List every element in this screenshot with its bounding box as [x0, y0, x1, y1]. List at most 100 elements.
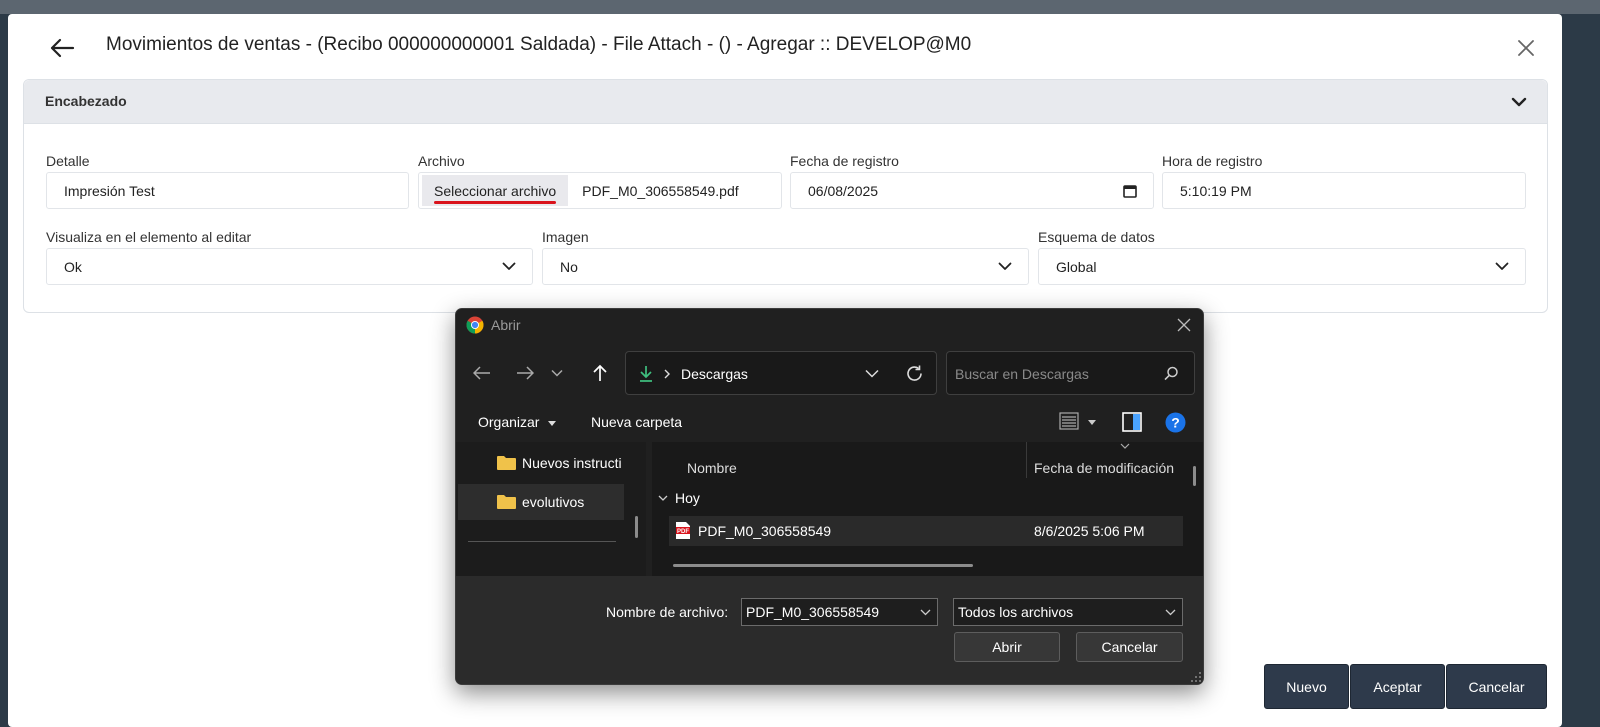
backdrop	[0, 0, 1600, 14]
caret-down-icon	[1088, 420, 1096, 425]
imagen-value: No	[560, 258, 578, 275]
aceptar-button[interactable]: Aceptar	[1350, 664, 1445, 709]
organize-label: Organizar	[478, 414, 540, 430]
dialog-open-button[interactable]: Abrir	[954, 632, 1060, 662]
new-folder-button[interactable]: Nueva carpeta	[591, 414, 682, 430]
preview-pane-icon	[1122, 412, 1142, 432]
cancelar-button[interactable]: Cancelar	[1446, 664, 1547, 709]
modal-header: Movimientos de ventas - (Recibo 00000000…	[8, 14, 1562, 78]
column-header-modified[interactable]: Fecha de modificación	[1034, 460, 1174, 476]
chevron-down-icon	[1511, 97, 1527, 107]
calendar-icon[interactable]	[1123, 184, 1137, 198]
esquema-select[interactable]: Global	[1038, 248, 1526, 285]
archivo-label: Archivo	[418, 153, 465, 169]
preview-pane-button[interactable]	[1122, 412, 1144, 434]
detalle-input[interactable]: Impresión Test	[46, 172, 409, 209]
recent-locations-button[interactable]	[546, 357, 568, 389]
nav-item-evolutivos[interactable]: evolutivos	[458, 484, 624, 520]
help-button[interactable]: ?	[1165, 412, 1187, 434]
filename-label: Nombre de archivo:	[606, 604, 729, 620]
header-section: Encabezado Detalle Impresión Test Archiv…	[23, 79, 1548, 313]
nav-up-button[interactable]	[584, 357, 616, 389]
file-row[interactable]: PDF PDF_M0_306558549 8/6/2025 5:06 PM	[669, 516, 1183, 546]
folder-icon	[497, 495, 516, 509]
refresh-icon[interactable]	[905, 364, 924, 383]
column-header-name[interactable]: Nombre	[687, 460, 737, 476]
back-arrow-icon	[50, 38, 75, 58]
fecha-label: Fecha de registro	[790, 153, 899, 169]
hora-value: 5:10:19 PM	[1180, 182, 1252, 199]
filename-combobox[interactable]: PDF_M0_306558549	[741, 598, 938, 626]
hora-time-input[interactable]: 5:10:19 PM	[1162, 172, 1526, 209]
arrow-left-icon	[473, 366, 490, 380]
arrow-up-icon	[593, 364, 607, 381]
modal-close-button[interactable]	[1510, 32, 1542, 64]
file-name: PDF_M0_306558549	[698, 523, 832, 539]
chevron-down-icon	[920, 609, 931, 615]
select-file-button[interactable]: Seleccionar archivo	[422, 175, 569, 206]
chevron-down-icon	[551, 369, 563, 377]
nav-forward-button[interactable]	[509, 357, 541, 389]
filename-value: PDF_M0_306558549	[746, 604, 880, 620]
group-label: Hoy	[675, 490, 700, 506]
chrome-icon	[466, 316, 484, 334]
file-list-vertical-scrollbar[interactable]	[1193, 466, 1196, 486]
esquema-value: Global	[1056, 258, 1097, 275]
sort-chevron-icon	[1120, 443, 1130, 449]
section-header[interactable]: Encabezado	[24, 80, 1547, 124]
nav-item-label: evolutivos	[522, 494, 585, 510]
nav-item-label: Nuevos instructi	[522, 455, 622, 471]
dialog-titlebar[interactable]: Abrir	[456, 309, 1203, 341]
group-header-today[interactable]: Hoy	[658, 490, 700, 506]
search-box	[946, 351, 1195, 395]
breadcrumb-chevron-icon	[664, 369, 670, 379]
download-icon	[640, 366, 652, 382]
pdf-icon: PDF	[676, 522, 690, 539]
chevron-down-icon	[658, 495, 668, 501]
fecha-value: 06/08/2025	[808, 182, 879, 199]
nav-divider	[468, 541, 616, 542]
back-button[interactable]	[46, 32, 78, 64]
archivo-file-input[interactable]: Seleccionar archivo PDF_M0_306558549.pdf	[418, 172, 782, 209]
filetype-select[interactable]: Todos los archivos	[953, 598, 1183, 626]
modal-title: Movimientos de ventas - (Recibo 00000000…	[106, 34, 972, 55]
file-list-horizontal-scrollbar[interactable]	[673, 564, 973, 567]
search-input[interactable]	[955, 362, 1155, 386]
imagen-select[interactable]: No	[542, 248, 1029, 285]
dialog-close-button[interactable]	[1172, 315, 1196, 335]
visualiza-value: Ok	[64, 258, 82, 275]
resize-grip-icon[interactable]	[1190, 671, 1202, 683]
visualiza-select[interactable]: Ok	[46, 248, 533, 285]
imagen-label: Imagen	[542, 229, 589, 245]
caret-down-icon	[548, 420, 557, 426]
nav-item-nuevos-instructivos[interactable]: Nuevos instructi	[458, 445, 624, 481]
view-options-button[interactable]	[1059, 412, 1103, 434]
section-collapse-toggle[interactable]	[1507, 90, 1531, 114]
detalle-label: Detalle	[46, 153, 90, 169]
address-bar[interactable]: Descargas	[625, 351, 937, 395]
visualiza-label: Visualiza en el elemento al editar	[46, 229, 252, 245]
list-view-icon	[1059, 412, 1079, 430]
chevron-down-icon	[1495, 262, 1509, 270]
chevron-down-icon[interactable]	[865, 369, 879, 378]
column-divider[interactable]	[1026, 442, 1027, 478]
dialog-cancel-button[interactable]: Cancelar	[1076, 632, 1183, 662]
organize-menu[interactable]: Organizar	[478, 414, 557, 430]
nav-back-button[interactable]	[466, 357, 498, 389]
navigation-pane: Nuevos instructi evolutivos	[456, 442, 646, 576]
red-underline-annotation	[434, 201, 557, 204]
hora-label: Hora de registro	[1162, 153, 1263, 169]
filetype-value: Todos los archivos	[958, 604, 1074, 620]
fecha-date-input[interactable]: 06/08/2025	[790, 172, 1154, 209]
section-title: Encabezado	[45, 93, 127, 109]
selected-file-name: PDF_M0_306558549.pdf	[582, 182, 739, 199]
help-icon: ?	[1165, 412, 1186, 433]
search-icon[interactable]	[1161, 364, 1181, 384]
nav-pane-scrollbar[interactable]	[635, 516, 638, 538]
folder-icon	[497, 456, 516, 470]
file-modified-date: 8/6/2025 5:06 PM	[1034, 523, 1145, 539]
nuevo-button[interactable]: Nuevo	[1264, 664, 1349, 709]
chevron-down-icon	[998, 262, 1012, 270]
close-icon	[1177, 318, 1191, 332]
address-path: Descargas	[681, 366, 748, 382]
